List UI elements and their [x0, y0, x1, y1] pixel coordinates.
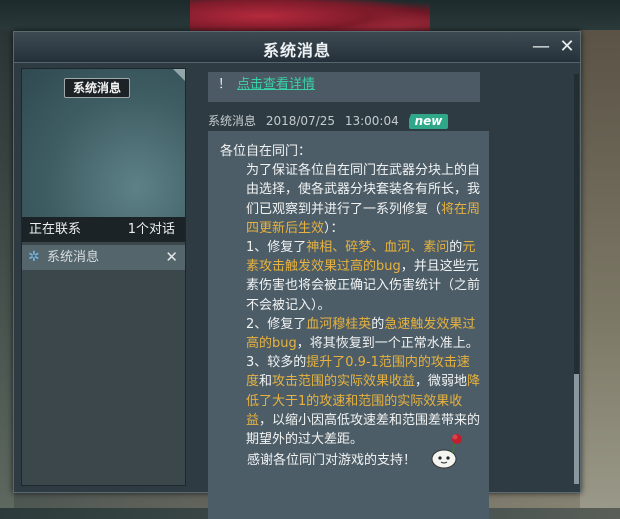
- message-sender: 系统消息: [208, 114, 257, 128]
- contact-label: 正在联系: [29, 222, 82, 237]
- close-icon: ✕: [559, 36, 575, 57]
- fix-item-2: 2、修复了血河穆桂英的急速触发效果过高的bug，将其恢复到一个正常水准上。: [220, 315, 481, 353]
- view-details-link[interactable]: 点击查看详情: [237, 77, 315, 92]
- close-conversation-icon[interactable]: ✕: [165, 245, 178, 270]
- message-meta: 系统消息 2018/07/25 13:00:04 new: [208, 112, 454, 129]
- text: 3、较多的: [246, 355, 307, 371]
- highlight-text: 攻击范围的实际效果收益: [272, 374, 416, 390]
- message-time: 13:00:04: [344, 114, 399, 128]
- previous-prefix: ！: [218, 77, 232, 92]
- scrollbar-thumb[interactable]: [574, 374, 579, 484]
- conversation-label: 系统消息: [47, 250, 100, 265]
- close-button[interactable]: ✕: [555, 35, 579, 59]
- system-message-window: 系统消息 — ✕ 系统消息 正在联系 1个对话 ✲ 系统消息 ✕ ！ 点击查看详情…: [13, 31, 581, 519]
- fix-item-1: 1、修复了神相、碎梦、血河、素问的元素攻击触发效果过高的bug，并且这些元素伤害…: [220, 238, 481, 315]
- background-left-scenery: [0, 30, 14, 508]
- previous-message: ！ 点击查看详情: [208, 72, 480, 102]
- minimize-button[interactable]: —: [529, 35, 553, 59]
- highlight-text: 血河穆桂英: [306, 316, 372, 332]
- text: 1、修复了: [246, 240, 307, 256]
- banner-label: 系统消息: [64, 78, 131, 98]
- message-date: 2018/07/25: [265, 114, 336, 128]
- gear-icon: ✲: [28, 249, 40, 265]
- text: 2、修复了: [246, 316, 307, 332]
- text: ）：: [324, 220, 344, 236]
- message-greeting: 各位自在同门：: [220, 144, 312, 159]
- conversation-item-system[interactable]: ✲ 系统消息 ✕: [22, 245, 185, 270]
- window-title: 系统消息: [262, 41, 331, 60]
- minus-icon: —: [532, 36, 550, 57]
- contact-header: 正在联系 1个对话: [22, 217, 185, 242]
- message-pane: ！ 点击查看详情 系统消息 2018/07/25 13:00:04 new 各位自…: [197, 68, 574, 519]
- message-scrollbar[interactable]: [574, 74, 579, 484]
- background-right-scenery: [580, 30, 620, 508]
- conversation-sidebar: 系统消息 正在联系 1个对话 ✲ 系统消息 ✕: [21, 68, 186, 486]
- corner-fold-icon: [173, 69, 185, 81]
- text: ，将其恢复到一个正常水准上。: [296, 336, 479, 352]
- text: 和: [259, 374, 273, 390]
- title-bar[interactable]: 系统消息 — ✕: [14, 32, 580, 63]
- contact-count: 1个对话: [127, 222, 175, 237]
- message-body: 各位自在同门： 为了保证各位自在同门在武器分块上的自由选择，使各武器分块套装各有…: [208, 131, 489, 519]
- thanks-text: 感谢各位同门对游戏的支持！: [247, 453, 417, 468]
- text: ，微弱地: [415, 374, 468, 390]
- text: 的: [371, 316, 385, 332]
- sidebar-banner: 系统消息: [22, 69, 185, 217]
- new-badge: new: [408, 114, 449, 129]
- text: 的: [449, 240, 463, 256]
- message-paragraph: 为了保证各位自在同门在武器分块上的自由选择，使各武器分块套装各有所长，我们已观察…: [220, 161, 481, 238]
- mascot-with-rose-icon: [431, 434, 462, 469]
- highlight-text: 神相、碎梦、血河、素问: [306, 240, 450, 256]
